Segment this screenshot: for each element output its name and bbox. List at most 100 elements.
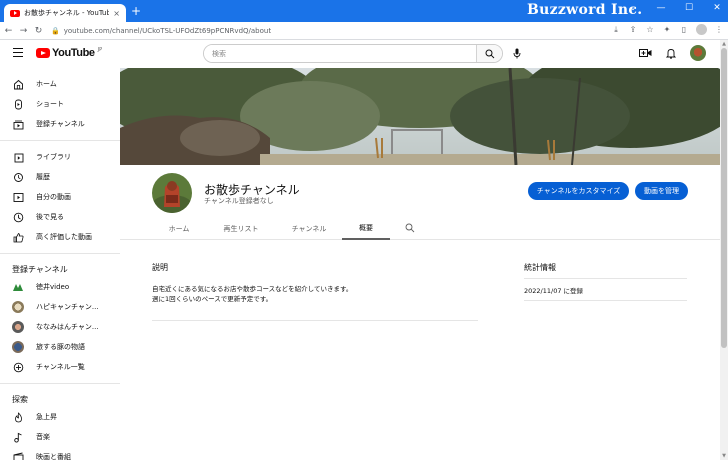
create-video-button[interactable] <box>638 46 652 60</box>
sidebar-subscription[interactable]: 徳井video <box>0 277 120 297</box>
thumbs-up-icon <box>12 231 24 243</box>
url-field[interactable]: 🔒 youtube.com/channel/UCkoTSL-UFOdZt69pP… <box>51 24 651 38</box>
browser-tab[interactable]: お散歩チャンネル - YouTube × <box>4 4 126 22</box>
scroll-down-icon[interactable]: ▼ <box>721 453 727 459</box>
add-circle-icon <box>12 361 24 373</box>
joined-date: 2022/11/07 に登録 <box>524 287 584 295</box>
voice-search-button[interactable] <box>510 46 524 60</box>
sidebar-item-liked-videos[interactable]: 高く評価した動画 <box>0 227 120 247</box>
scroll-up-icon[interactable]: ▲ <box>721 41 727 47</box>
tab-playlists[interactable]: 再生リスト <box>216 217 266 240</box>
home-icon <box>12 78 24 90</box>
hamburger-menu-icon[interactable] <box>13 48 23 57</box>
subscription-label: 徳井video <box>36 283 70 291</box>
more-vert-icon[interactable]: ⋮ <box>714 25 724 34</box>
search-box <box>203 44 503 63</box>
youtube-favicon-icon <box>10 9 20 17</box>
your-videos-icon <box>12 191 24 203</box>
banner-image <box>120 68 720 165</box>
share-icon[interactable]: ⇪ <box>628 25 638 34</box>
install-icon[interactable]: ⤓ <box>611 25 621 35</box>
sidebar-item-shorts[interactable]: ショート <box>0 94 120 114</box>
maximize-icon[interactable]: ☐ <box>682 3 696 13</box>
sidebar: ホーム ショート 登録チャンネル ライブラリ 履歴 自分の動画 後で見る 高く評… <box>0 68 120 460</box>
scroll-thumb[interactable] <box>721 48 727 348</box>
forward-icon[interactable]: → <box>17 26 30 36</box>
sidebar-item-label: 急上昇 <box>36 413 57 421</box>
sidebar-item-your-videos[interactable]: 自分の動画 <box>0 187 120 207</box>
logo-region: JP <box>97 47 103 53</box>
search-icon[interactable] <box>405 223 415 233</box>
sidebar-item-library[interactable]: ライブラリ <box>0 147 120 167</box>
profile-avatar-icon[interactable] <box>696 24 707 35</box>
divider <box>524 300 687 301</box>
sidebar-item-label: ショート <box>36 100 64 108</box>
tab-channels[interactable]: チャンネル <box>284 217 334 240</box>
movies-icon <box>12 451 24 460</box>
channel-avatar <box>12 341 24 353</box>
sidebar-divider <box>0 383 120 384</box>
youtube-play-icon <box>36 48 50 58</box>
search-button[interactable] <box>476 45 502 62</box>
tab-about[interactable]: 概要 <box>342 217 390 240</box>
close-icon[interactable]: ✕ <box>710 3 724 13</box>
bookmark-star-icon[interactable]: ☆ <box>645 25 655 34</box>
description-line: 自宅近くにある気になるお店や散歩コースなどを紹介していきます。 <box>152 285 353 293</box>
notifications-button[interactable] <box>664 46 678 60</box>
sidebar-item-label: 登録チャンネル <box>36 120 85 128</box>
page-scrollbar[interactable]: ▲ ▼ <box>720 40 728 460</box>
reload-icon[interactable]: ↻ <box>32 26 45 36</box>
tab-close-icon[interactable]: × <box>113 9 120 18</box>
youtube-logo[interactable]: YouTube JP <box>36 47 102 59</box>
subscriptions-icon <box>12 118 24 130</box>
lock-icon: 🔒 <box>51 26 60 35</box>
sidepanel-icon[interactable]: ▯ <box>679 25 689 34</box>
sidebar-subscription[interactable]: ななみはんチャン... <box>0 317 120 337</box>
sidebar-item-music[interactable]: 音楽 <box>0 427 120 447</box>
about-section: 説明 自宅近くにある気になるお店や散歩コースなどを紹介していきます。 週に1回く… <box>120 240 720 460</box>
tab-title: お散歩チャンネル - YouTube <box>24 9 110 17</box>
subscription-label: ハピキャンチャン... <box>36 303 99 311</box>
search-icon <box>485 49 494 58</box>
explore-heading: 探索 <box>12 395 28 404</box>
bell-icon <box>666 48 676 59</box>
channel-tabs: ホーム 再生リスト チャンネル 概要 <box>120 217 720 240</box>
extensions-icon[interactable]: ✦ <box>662 25 672 34</box>
account-avatar[interactable] <box>690 45 706 61</box>
description-line: 週に1回くらいのペースで更新予定です。 <box>152 295 273 303</box>
sidebar-item-history[interactable]: 履歴 <box>0 167 120 187</box>
sidebar-item-home[interactable]: ホーム <box>0 74 120 94</box>
sidebar-item-subscriptions[interactable]: 登録チャンネル <box>0 114 120 134</box>
back-icon[interactable]: ← <box>2 26 15 36</box>
subscriber-count: チャンネル登録者なし <box>204 197 274 205</box>
description-text: 自宅近くにある気になるお店や散歩コースなどを紹介していきます。 週に1回くらいの… <box>152 284 352 304</box>
customize-channel-button[interactable]: チャンネルをカスタマイズ <box>528 182 629 200</box>
sidebar-item-label: 自分の動画 <box>36 193 71 201</box>
channel-avatar-large[interactable] <box>152 173 192 213</box>
library-icon <box>12 151 24 163</box>
browser-titlebar: お散歩チャンネル - YouTube × + Buzzword Inc. ⌄ —… <box>0 0 728 22</box>
shorts-icon <box>12 98 24 110</box>
sidebar-item-label: ライブラリ <box>36 153 71 161</box>
manage-videos-button[interactable]: 動画を管理 <box>635 182 688 200</box>
divider <box>152 320 478 321</box>
stats-heading: 統計情報 <box>524 263 556 272</box>
tab-home[interactable]: ホーム <box>160 217 198 240</box>
sidebar-subscription[interactable]: ハピキャンチャン... <box>0 297 120 317</box>
subscription-label: 旅する豚の物語 <box>36 343 85 351</box>
logo-text: YouTube <box>52 47 95 59</box>
divider <box>524 278 687 279</box>
sidebar-subscription[interactable]: 旅する豚の物語 <box>0 337 120 357</box>
sidebar-item-label: 高く評価した動画 <box>36 233 92 241</box>
channel-header: お散歩チャンネル チャンネル登録者なし チャンネルをカスタマイズ 動画を管理 ホ… <box>120 165 720 240</box>
new-tab-button[interactable]: + <box>131 4 141 18</box>
sidebar-item-movies[interactable]: 映画と番組 <box>0 447 120 460</box>
search-input[interactable] <box>204 45 476 62</box>
chevron-down-icon[interactable]: ⌄ <box>626 3 640 13</box>
sidebar-item-watch-later[interactable]: 後で見る <box>0 207 120 227</box>
minimize-icon[interactable]: — <box>654 3 668 13</box>
sidebar-item-trending[interactable]: 急上昇 <box>0 407 120 427</box>
sidebar-divider <box>0 140 120 141</box>
address-bar: ← → ↻ 🔒 youtube.com/channel/UCkoTSL-UFOd… <box>0 22 728 40</box>
sidebar-item-all-channels[interactable]: チャンネル一覧 <box>0 357 120 377</box>
